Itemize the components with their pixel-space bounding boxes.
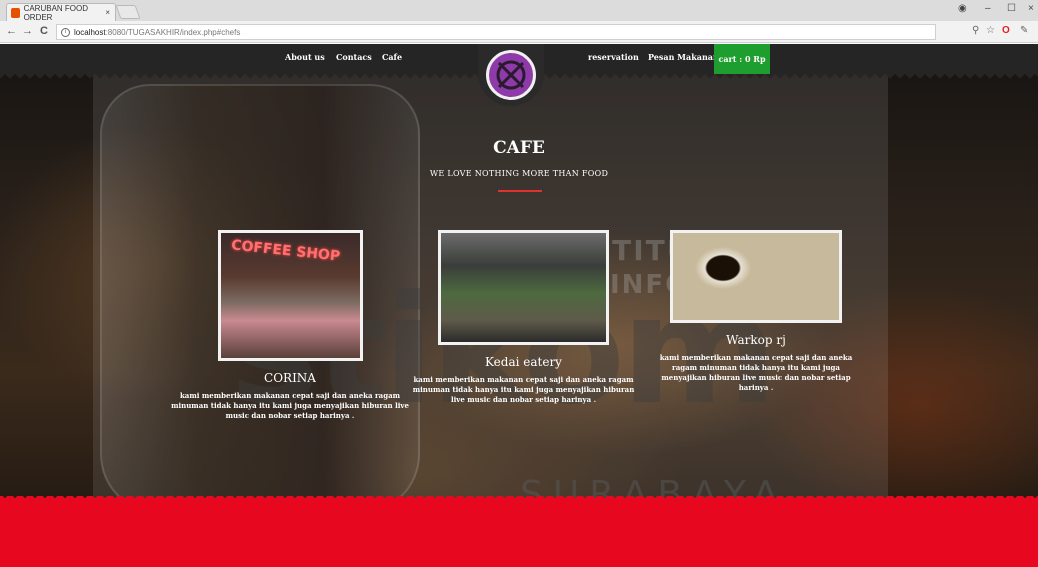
nav-link-reservation[interactable]: reservation [588, 52, 639, 62]
page-viewport: STITUT BISNIS INFORMATIKA stikom SURABAY… [0, 44, 1038, 567]
browser-tab-strip: CARUBAN FOOD ORDER × ◉ – ☐ × [0, 0, 1038, 22]
url-host: localhost [74, 27, 106, 37]
cafe-description: kami memberikan makanan cepat saji dan a… [171, 391, 409, 420]
nav-link-pesan-makanan[interactable]: Pesan Makanan [648, 52, 719, 62]
restore-button[interactable]: ☐ [1007, 3, 1016, 14]
cart-label: cart : 0 Rp [718, 54, 766, 64]
nav-link-cafe[interactable]: Cafe [382, 52, 402, 62]
fork-knife-icon [496, 60, 526, 90]
cafe-card[interactable]: Warkop rj kami memberikan makanan cepat … [650, 230, 862, 393]
bookmark-star-icon[interactable]: ☆ [986, 25, 995, 36]
cafe-description: kami memberikan makanan cepat saji dan a… [659, 353, 853, 392]
close-window-button[interactable]: × [1028, 3, 1034, 14]
extension-icon[interactable]: ✎ [1020, 25, 1028, 36]
back-button[interactable]: ← [6, 25, 17, 37]
restaurant-logo [486, 50, 536, 100]
new-tab-button[interactable] [115, 5, 141, 19]
cafe-description: kami memberikan makanan cepat saji dan a… [412, 375, 635, 404]
cafe-name: Kedai eatery [485, 355, 562, 369]
url-input[interactable]: i localhost:8080/TUGASAKHIR/index.php#ch… [56, 24, 936, 40]
section-title: CAFE [493, 138, 545, 158]
cafe-photo[interactable] [438, 230, 609, 345]
reload-button[interactable]: C [40, 25, 48, 37]
address-bar: ← → C i localhost:8080/TUGASAKHIR/index.… [0, 21, 1038, 43]
forward-button[interactable]: → [22, 25, 33, 37]
tab-close-icon[interactable]: × [105, 8, 110, 17]
info-icon[interactable]: i [61, 27, 70, 37]
cafe-card[interactable]: Kedai eatery kami memberikan makanan cep… [410, 230, 637, 405]
footer-band [0, 506, 1038, 567]
cafe-photo[interactable] [670, 230, 842, 323]
url-path: :8080/TUGASAKHIR/index.php#chefs [105, 27, 241, 37]
title-divider [498, 190, 542, 192]
cart-button[interactable]: cart : 0 Rp [714, 44, 770, 74]
profile-icon[interactable]: ◉ [958, 3, 967, 14]
cafe-card[interactable]: COFFEE SHOP CORINA kami memberikan makan… [170, 230, 410, 421]
favicon-icon [11, 7, 20, 18]
opera-icon[interactable]: O [1002, 25, 1010, 36]
tab-title: CARUBAN FOOD ORDER [23, 3, 89, 22]
minimize-button[interactable]: – [985, 3, 991, 14]
cafe-photo[interactable]: COFFEE SHOP [217, 230, 363, 361]
coffee-shop-sign: COFFEE SHOP [229, 237, 341, 265]
nav-link-contacs[interactable]: Contacs [336, 52, 372, 62]
browser-tab[interactable]: CARUBAN FOOD ORDER × [6, 3, 116, 22]
nav-link-about[interactable]: About us [285, 52, 325, 62]
cafe-name: Warkop rj [726, 333, 786, 347]
zoom-icon[interactable]: ⚲ [972, 25, 979, 36]
cafe-name: CORINA [264, 371, 316, 385]
section-subtitle: WE LOVE NOTHING MORE THAN FOOD [429, 169, 609, 178]
